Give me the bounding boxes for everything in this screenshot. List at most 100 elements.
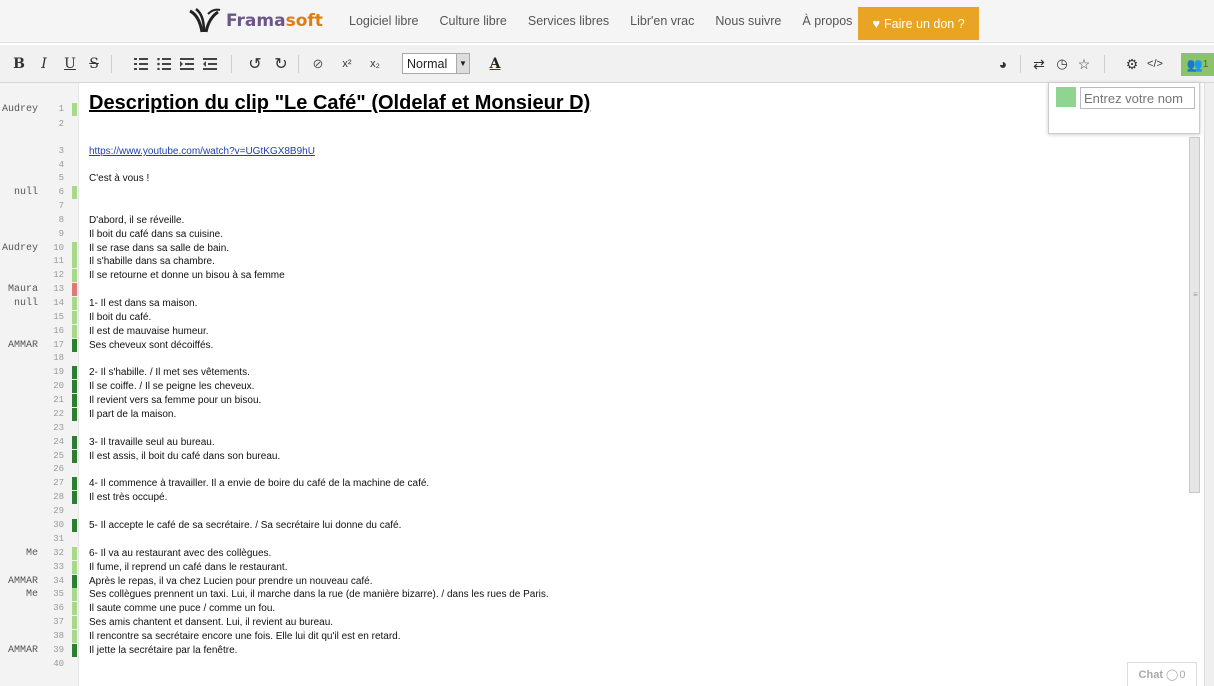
bullet-list-button[interactable] [155,54,173,74]
nav-link-culture-libre[interactable]: Culture libre [439,14,506,28]
line-text: Il fume, il reprend un café dans le rest… [89,562,288,573]
nav-link-nous-suivre[interactable]: Nous suivre [715,14,781,28]
line-number: 1 [58,104,64,114]
line-author: AMMAR [7,645,38,656]
document-line[interactable]: 27 4- Il commence à travailler. Il a envi… [0,477,1180,490]
document-line[interactable]: 28 Il est très occupé. [0,491,1180,504]
document-line[interactable]: Me 35 Ses collègues prennent un taxi. Lui,… [0,588,1180,601]
youtube-link[interactable]: https://www.youtube.com/watch?v=UGtKGX8B… [89,145,315,158]
framasoft-logo[interactable]: Framasoft [186,8,323,34]
document-line[interactable]: Maura 13 [0,283,1180,296]
bold-button[interactable]: B [10,54,28,74]
document-line[interactable]: 7 [0,200,1180,213]
star-button[interactable]: ☆ [1075,54,1093,74]
line-text: Ses cheveux sont décoiffés. [89,340,214,351]
document-line[interactable]: 24 3- Il travaille seul au bureau. [0,436,1180,449]
nav-link-a-propos[interactable]: À propos [802,14,852,28]
document-line[interactable]: 18 [0,352,1180,365]
document-line[interactable]: 12 Il se retourne et donne un bisou à sa … [0,269,1180,282]
clear-format-button[interactable]: ⊘ [308,54,328,74]
subscript-button[interactable]: x₂ [364,54,386,74]
document-line[interactable]: 29 [0,505,1180,518]
bullet-list-icon [157,58,171,70]
document-line[interactable]: 3 https://www.youtube.com/watch?v=UGtKGX8… [0,145,1180,158]
ordered-list-button[interactable] [132,54,150,74]
document-line[interactable]: 5 C'est à vous ! [0,172,1180,185]
logo-wordmark: Framasoft [226,11,323,31]
document-line[interactable]: 25 Il est assis, il boit du café dans son… [0,450,1180,463]
document-line[interactable]: 36 Il saute comme une puce / comme un fou… [0,602,1180,615]
scrollbar-grip-icon: ≡ [1193,290,1198,299]
embed-button[interactable]: </> [1145,54,1165,74]
document-line[interactable]: AMMAR 39 Il jette la secrétaire par la fen… [0,644,1180,657]
logo-main-text: Frama [226,11,286,31]
document-line[interactable]: null 14 1- Il est dans sa maison. [0,297,1180,310]
italic-button[interactable]: I [36,54,52,74]
editor-area[interactable]: Audrey 1 2 3 https://www.youtube.com/watch?v… [0,83,1214,686]
paragraph-style-select[interactable]: Normal ▼ [402,53,470,74]
document-line[interactable]: 22 Il part de la maison. [0,408,1180,421]
outdent-button[interactable] [201,54,219,74]
line-number: 31 [53,534,64,544]
scrollbar-thumb[interactable] [1189,137,1200,493]
document-line[interactable]: 19 2- Il s'habille. / Il met ses vêtement… [0,366,1180,379]
line-author: Me [25,548,38,559]
document-line[interactable]: 23 [0,422,1180,435]
underline-button[interactable]: U [62,54,78,74]
author-color-bar [72,630,77,643]
document-line[interactable]: 4 [0,159,1180,172]
clock-icon: ◷ [1056,56,1068,71]
document-line[interactable]: 40 [0,658,1180,671]
line-number: 26 [53,464,64,474]
document-line[interactable]: AMMAR 17 Ses cheveux sont décoiffés. [0,339,1180,352]
donate-button[interactable]: ♥ Faire un don ? [858,7,979,40]
document-line[interactable]: 33 Il fume, il reprend un café dans le re… [0,561,1180,574]
document-line[interactable]: 11 Il s'habille dans sa chambre. [0,255,1180,268]
author-color-bar [72,602,77,615]
strikethrough-button[interactable]: S [86,54,102,74]
author-color-bar [72,588,77,601]
document-line[interactable]: 38 Il rencontre sa secrétaire encore une … [0,630,1180,643]
nav-link-libr-en-vrac[interactable]: Libr'en vrac [630,14,694,28]
superscript-button[interactable]: x² [336,54,358,74]
document-line[interactable]: 20 Il se coiffe. / Il se peigne les cheve… [0,380,1180,393]
document-line[interactable]: 31 [0,533,1180,546]
document-line[interactable]: AMMAR 34 Après le repas, il va chez Lucien… [0,575,1180,588]
document-line[interactable]: 21 Il revient vers sa femme pour un bisou… [0,394,1180,407]
undo-button[interactable]: ↺ [246,54,264,74]
document-line[interactable]: 30 5- Il accepte le café de sa secrétaire… [0,519,1180,532]
document-line[interactable]: 8 D'abord, il se réveille. [0,214,1180,227]
nav-link-services-libres[interactable]: Services libres [528,14,609,28]
document-line[interactable]: 2 [0,118,1180,131]
document-line[interactable]: 9 Il boit du café dans sa cuisine. [0,228,1180,241]
document-line[interactable]: Me 32 6- Il va au restaurant avec des coll… [0,547,1180,560]
author-color-bar [72,242,77,255]
line-text: Il boit du café dans sa cuisine. [89,229,223,240]
redo-button[interactable]: ↻ [272,54,290,74]
chat-label: Chat [1138,668,1163,681]
nav-link-logiciel-libre[interactable]: Logiciel libre [349,14,418,28]
swap-icon: ⇄ [1033,55,1045,72]
text-color-button[interactable]: A [486,54,504,74]
import-export-button[interactable]: ⇄ [1030,54,1048,74]
vertical-scrollbar[interactable] [1204,83,1214,686]
dashboard-button[interactable]: ◕ [994,54,1012,74]
document-line[interactable]: null 6 [0,186,1180,199]
document-line[interactable]: 37 Ses amis chantent et dansent. Lui, il … [0,616,1180,629]
line-text: Ses collègues prennent un taxi. Lui, il … [89,589,549,600]
line-number: 39 [53,645,64,655]
document-line[interactable]: 15 Il boit du café. [0,311,1180,324]
settings-button[interactable]: ⚙ [1123,54,1141,74]
users-button[interactable]: 👥 1 [1181,53,1214,76]
history-button[interactable]: ◷ [1053,54,1071,74]
chat-button[interactable]: Chat ◯ 0 [1127,662,1197,686]
document-line[interactable]: 16 Il est de mauvaise humeur. [0,325,1180,338]
document-line[interactable]: Audrey 10 Il se rase dans sa salle de bain… [0,242,1180,255]
document-line[interactable]: 26 [0,463,1180,476]
user-name-input[interactable] [1080,87,1195,109]
line-text: Il se rase dans sa salle de bain. [89,243,230,254]
line-number: 38 [53,631,64,641]
line-author: Audrey [1,243,38,254]
user-color-swatch[interactable] [1056,87,1076,107]
indent-button[interactable] [178,54,196,74]
